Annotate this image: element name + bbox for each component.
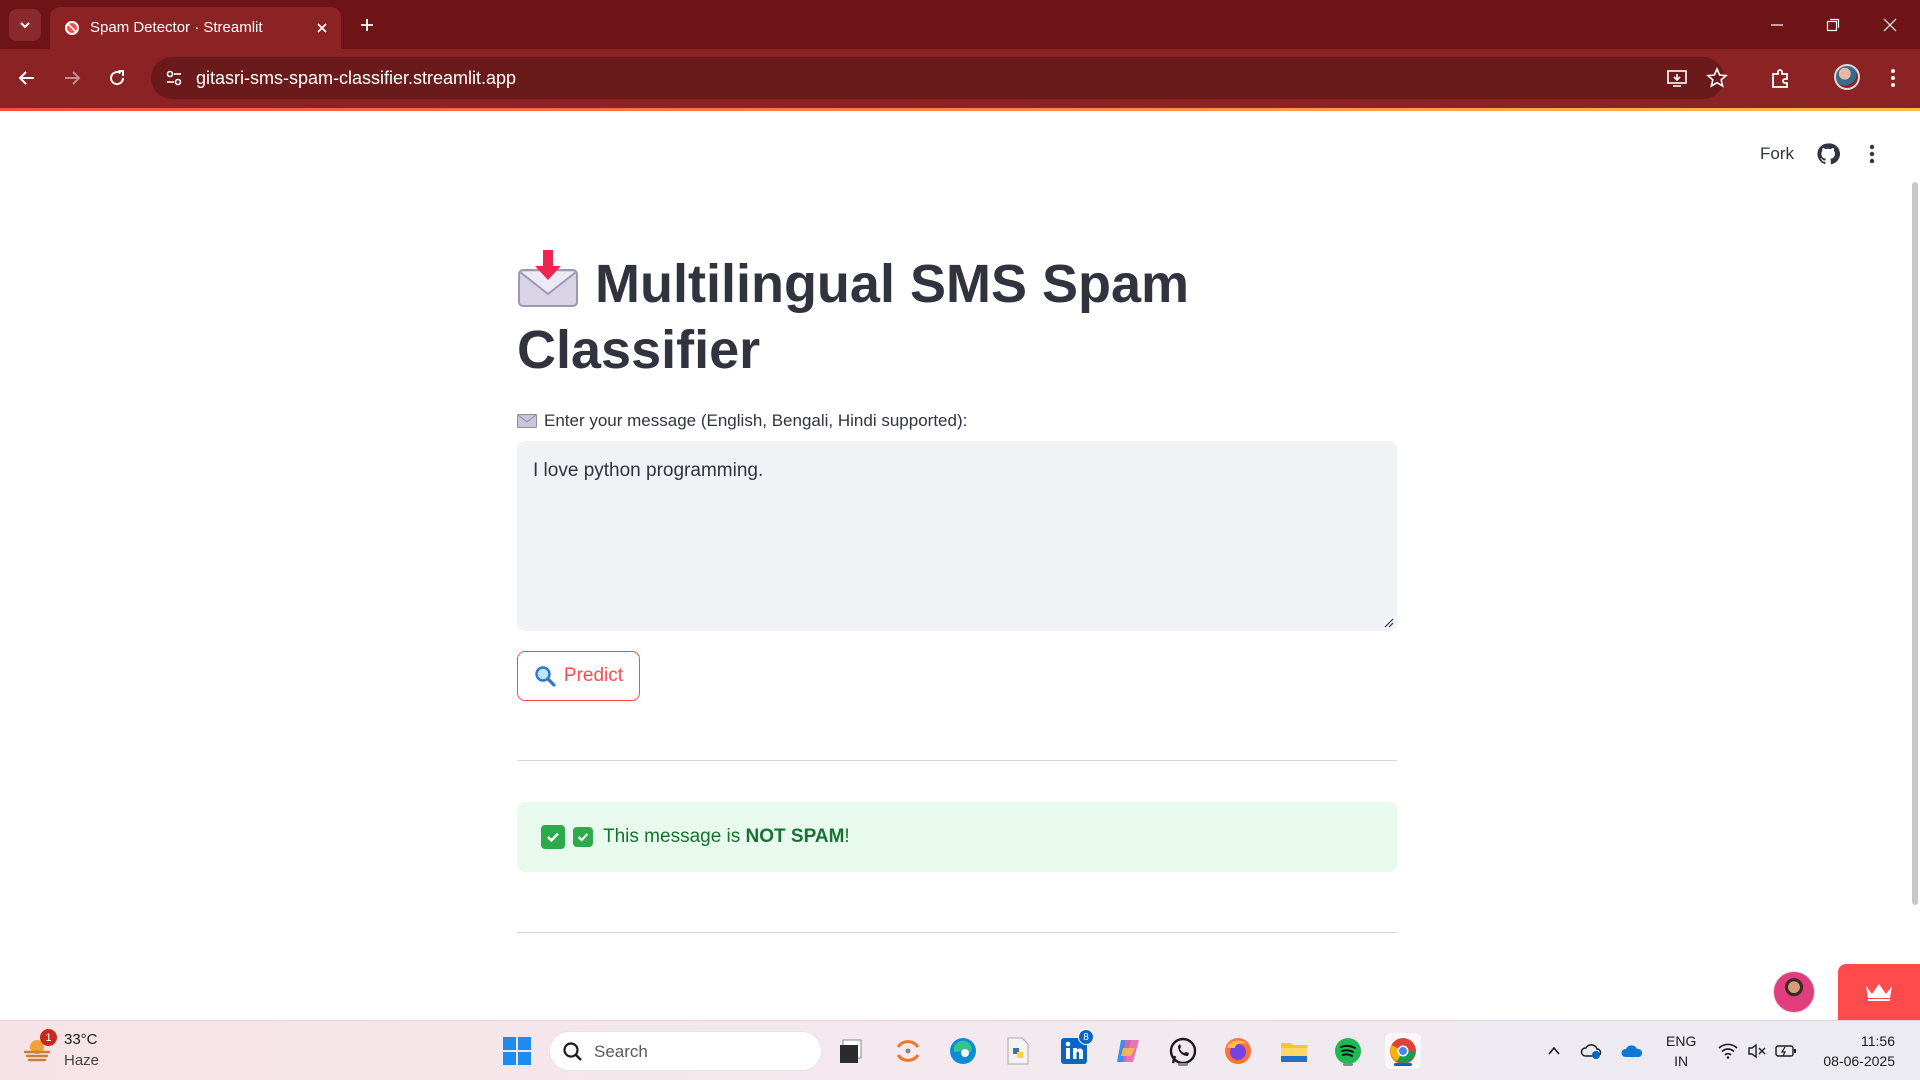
running-indicator: [1178, 1063, 1188, 1066]
crown-icon: [1866, 984, 1892, 1001]
language-code: ENG: [1666, 1033, 1697, 1049]
streamlit-main-menu-icon[interactable]: [1860, 141, 1884, 167]
creator-avatar[interactable]: [1773, 971, 1815, 1013]
firefox-app-icon[interactable]: [1220, 1033, 1256, 1069]
message-textarea[interactable]: I love python programming.: [517, 441, 1397, 631]
whatsapp-app-icon[interactable]: [1165, 1033, 1201, 1069]
onedrive-icon[interactable]: [1620, 1039, 1644, 1063]
python-file-icon[interactable]: [1000, 1033, 1036, 1069]
minimize-icon[interactable]: [1765, 13, 1789, 37]
page-title-text: Multilingual SMS Spam Classifier: [517, 254, 1190, 380]
weather-description[interactable]: Haze: [64, 1052, 99, 1069]
tab-title: Spam Detector · Streamlit: [90, 19, 263, 36]
active-tab[interactable]: Spam Detector · Streamlit: [50, 7, 341, 49]
fork-button[interactable]: Fork: [1760, 144, 1794, 164]
url-text[interactable]: gitasri-sms-spam-classifier.streamlit.ap…: [196, 68, 516, 89]
search-icon: [563, 1042, 582, 1061]
file-explorer-icon[interactable]: [1276, 1033, 1312, 1069]
clock-time: 11:56: [1861, 1033, 1895, 1049]
install-app-icon[interactable]: [1666, 67, 1688, 89]
tab-search-button[interactable]: [9, 9, 41, 41]
extensions-puzzle-icon[interactable]: [1767, 64, 1795, 92]
cloud-info-icon[interactable]: [1579, 1039, 1603, 1063]
envelope-icon: [517, 414, 537, 428]
input-language-indicator[interactable]: ENG IN: [1666, 1031, 1696, 1071]
message-input-label: Enter your message (English, Bengali, Hi…: [517, 411, 967, 431]
volume-muted-icon[interactable]: [1745, 1039, 1769, 1063]
windows-start-icon[interactable]: [502, 1036, 532, 1066]
system-clock[interactable]: 11:56 08-06-2025: [1815, 1031, 1895, 1071]
search-placeholder: Search: [594, 1042, 648, 1061]
check-mark-icon: [573, 827, 593, 847]
forward-arrow-icon[interactable]: [57, 63, 87, 93]
active-app-indicator: [1394, 1063, 1412, 1066]
weather-notification-badge: 1: [40, 1029, 57, 1046]
check-mark-icon: [541, 825, 565, 849]
task-view-icon[interactable]: [833, 1033, 869, 1069]
windows-taskbar: 1 33°C Haze Search 8 ENG IN 11:56 08-06-…: [0, 1020, 1920, 1080]
region-code: IN: [1674, 1053, 1689, 1069]
streamlit-favicon-icon: [65, 21, 79, 35]
bookmark-star-icon[interactable]: [1706, 67, 1728, 89]
predict-button-label: Predict: [563, 665, 624, 686]
envelope-incoming-emoji-icon: [518, 250, 578, 307]
result-verdict: NOT SPAM: [745, 826, 845, 847]
profile-avatar[interactable]: [1834, 64, 1860, 90]
resize-handle-icon[interactable]: [1384, 618, 1394, 628]
predict-button[interactable]: Predict: [517, 651, 640, 701]
chrome-app-icon[interactable]: [1385, 1033, 1421, 1069]
clock-date: 08-06-2025: [1823, 1053, 1895, 1069]
magnifying-glass-icon: [535, 666, 556, 687]
linkedin-notification-badge: 8: [1078, 1029, 1094, 1045]
edge-browser-icon[interactable]: [945, 1033, 981, 1069]
back-arrow-icon[interactable]: [12, 63, 42, 93]
site-info-icon[interactable]: [163, 67, 185, 89]
copilot-app-icon[interactable]: [1110, 1033, 1146, 1069]
browser-tab-bar: Spam Detector · Streamlit: [0, 0, 1920, 49]
streamlit-cloud-badge[interactable]: [1838, 964, 1920, 1020]
divider: [517, 760, 1397, 761]
battery-charging-icon[interactable]: [1774, 1039, 1798, 1063]
github-icon[interactable]: [1815, 141, 1841, 167]
message-textarea-value[interactable]: I love python programming.: [533, 460, 763, 482]
address-bar[interactable]: gitasri-sms-spam-classifier.streamlit.ap…: [151, 57, 1728, 99]
close-window-icon[interactable]: [1878, 13, 1902, 37]
result-success-alert: This message is NOT SPAM!: [517, 802, 1397, 872]
browser-toolbar: gitasri-sms-spam-classifier.streamlit.ap…: [0, 49, 1920, 110]
restore-icon[interactable]: [1821, 13, 1845, 37]
divider: [517, 932, 1397, 933]
chevron-down-icon: [20, 22, 30, 29]
result-prefix: This message is: [603, 826, 746, 847]
running-indicator: [1343, 1063, 1353, 1066]
result-suffix: !: [844, 826, 850, 847]
wifi-icon[interactable]: [1716, 1039, 1740, 1063]
new-tab-icon[interactable]: [355, 13, 379, 37]
taskbar-search-box[interactable]: Search: [549, 1031, 822, 1071]
close-tab-icon[interactable]: [312, 18, 332, 38]
streamlit-top-decoration: [0, 108, 1920, 111]
chevron-up-icon[interactable]: [1542, 1039, 1566, 1063]
spotify-app-icon[interactable]: [1330, 1033, 1366, 1069]
linkedin-app-icon[interactable]: 8: [1056, 1029, 1094, 1069]
page-title: Multilingual SMS Spam Classifier: [517, 250, 1217, 383]
message-input-label-text: Enter your message (English, Bengali, Hi…: [544, 411, 968, 430]
browser-menu-icon[interactable]: [1879, 64, 1907, 92]
weather-temperature[interactable]: 33°C: [64, 1031, 98, 1048]
page-scrollbar[interactable]: [1912, 182, 1918, 905]
reload-icon[interactable]: [102, 63, 132, 93]
spyder-app-icon[interactable]: [890, 1033, 926, 1069]
